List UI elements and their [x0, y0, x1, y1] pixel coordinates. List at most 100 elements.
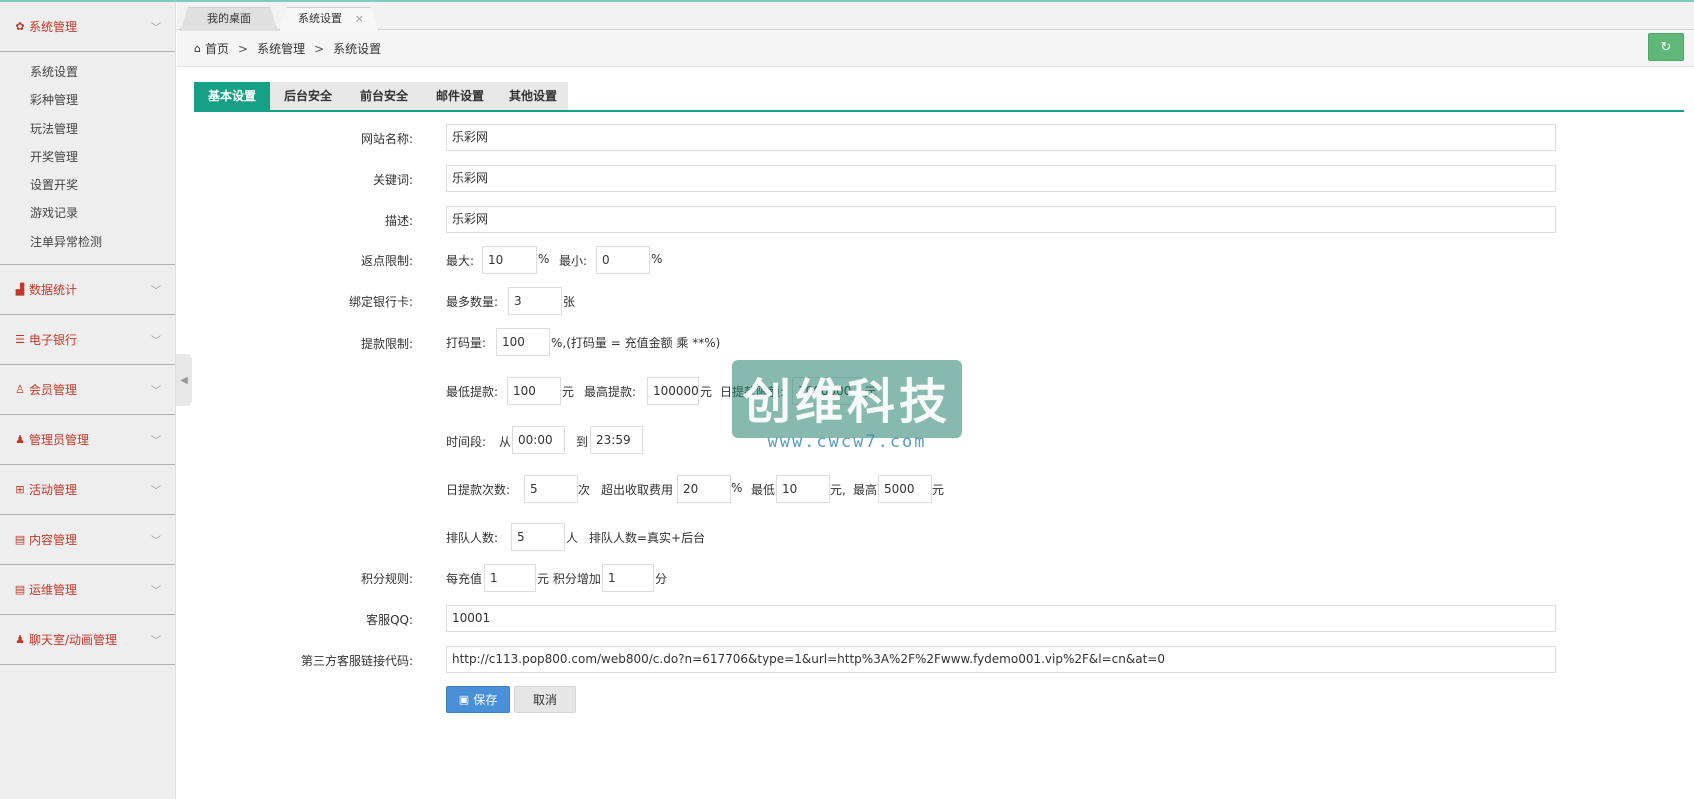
tab-label: 我的桌面: [207, 12, 251, 25]
watermark-title: 创维科技: [742, 374, 951, 430]
menu-group-ebank: ☰ 电子银行 ﹀: [0, 315, 175, 366]
menu-head-content[interactable]: ▤ 内容管理 ﹀: [0, 515, 175, 566]
withdraw-min-input[interactable]: 100: [507, 377, 561, 405]
points-per-input[interactable]: 1: [484, 564, 536, 592]
menu-label: 运维管理: [29, 583, 78, 598]
sidebar-item-lottery-types[interactable]: 彩种管理: [0, 86, 175, 114]
sidebar-item-system-settings[interactable]: 系统设置: [0, 58, 175, 86]
bank-card-count-input[interactable]: 3: [508, 287, 562, 315]
document-icon: ▤: [14, 533, 26, 547]
qq-input[interactable]: 10001: [446, 605, 1556, 632]
rebate-max-input[interactable]: 10: [482, 246, 537, 274]
withdraw-max-input[interactable]: 100000: [647, 377, 699, 405]
withdraw-lowest-label: 最低: [751, 483, 776, 497]
watermark-logo: 创维科技 www.cwcw7.com: [732, 360, 962, 452]
menu-label: 管理员管理: [29, 433, 90, 448]
points-label: 积分规则:: [360, 572, 413, 586]
menu-head-admins[interactable]: ♟ 管理员管理 ﹀: [0, 415, 175, 466]
withdraw-lowest-unit: 元,: [830, 483, 846, 497]
sidebar-item-draw-management[interactable]: 开奖管理: [0, 143, 175, 171]
menu-group-ops: ▤ 运维管理 ﹀: [0, 565, 175, 616]
save-button[interactable]: ▣ 保存: [446, 686, 510, 713]
chevron-left-icon: ◀: [180, 374, 188, 386]
withdraw-max-label: 最高提款:: [584, 385, 637, 399]
menu-head-members[interactable]: ♙ 会员管理 ﹀: [0, 365, 175, 416]
rebate-max-label: 最大:: [446, 254, 475, 268]
site-name-label: 网站名称:: [360, 132, 413, 146]
tab-system-settings[interactable]: 系统设置 ×: [279, 7, 379, 31]
site-name-input[interactable]: 乐彩网: [446, 124, 1556, 151]
close-icon[interactable]: ×: [355, 8, 364, 30]
menu-label: 聊天室/动画管理: [29, 633, 118, 648]
tab-bar: 我的桌面 系统设置 ×: [177, 2, 1694, 30]
menu-label: 数据统计: [29, 283, 78, 298]
withdraw-highest-input[interactable]: 5000: [878, 475, 932, 503]
menu-group-activities: ⊞ 活动管理 ﹀: [0, 465, 175, 516]
description-input[interactable]: 乐彩网: [446, 206, 1556, 233]
tab-front-security[interactable]: 前台安全: [346, 82, 422, 110]
tab-my-desktop[interactable]: 我的桌面: [180, 7, 278, 31]
menu-head-ops[interactable]: ▤ 运维管理 ﹀: [0, 565, 175, 616]
withdraw-bet-label: 打码量:: [446, 336, 487, 350]
withdraw-start-time-input[interactable]: 00:00: [512, 426, 565, 454]
sidebar-item-game-records[interactable]: 游戏记录: [0, 199, 175, 227]
breadcrumb: ⌂ 首页 > 系统管理 > 系统设置 ↻: [177, 31, 1694, 67]
cancel-label: 取消: [532, 693, 557, 707]
description-label: 描述:: [384, 214, 413, 228]
breadcrumb-level2: 系统设置: [333, 42, 382, 56]
tab-other-settings[interactable]: 其他设置: [498, 82, 568, 110]
menu-group-system: ✿ 系统管理 ﹀ 系统设置 彩种管理 玩法管理 开奖管理 设置开奖 游戏记录 注…: [0, 2, 175, 266]
withdraw-highest-unit: 元: [932, 483, 945, 497]
menu-group-admins: ♟ 管理员管理 ﹀: [0, 415, 175, 466]
rebate-min-input[interactable]: 0: [596, 246, 650, 274]
watermark-url: www.cwcw7.com: [767, 432, 927, 452]
sidebar-item-bet-anomaly[interactable]: 注单异常检测: [0, 228, 175, 256]
withdraw-lowest-input[interactable]: 10: [776, 475, 830, 503]
third-party-input[interactable]: http://c113.pop800.com/web800/c.do?n=617…: [446, 646, 1556, 673]
withdraw-times-input[interactable]: 5: [524, 475, 578, 503]
breadcrumb-level1[interactable]: 系统管理: [257, 40, 305, 57]
sidebar-collapse-handle[interactable]: ◀: [176, 354, 192, 406]
menu-group-members: ♙ 会员管理 ﹀: [0, 365, 175, 416]
cancel-button[interactable]: 取消: [514, 686, 576, 713]
keywords-input[interactable]: 乐彩网: [446, 165, 1556, 192]
menu-head-ebank[interactable]: ☰ 电子银行 ﹀: [0, 315, 175, 366]
rebate-max-unit: %: [538, 252, 550, 266]
save-label: 保存: [473, 693, 498, 707]
withdraw-queue-input[interactable]: 5: [511, 523, 565, 551]
third-party-label: 第三方客服链接代码:: [300, 654, 413, 668]
chevron-down-icon: ﹀: [151, 386, 161, 398]
home-icon: ⌂: [194, 42, 201, 55]
sidebar-item-play-methods[interactable]: 玩法管理: [0, 115, 175, 143]
menu-group-chat: ♟ 聊天室/动画管理 ﹀: [0, 615, 175, 666]
menu-head-activities[interactable]: ⊞ 活动管理 ﹀: [0, 465, 175, 516]
withdraw-queue-label: 排队人数:: [446, 531, 499, 545]
rebate-min-label: 最小:: [559, 254, 588, 268]
chevron-down-icon: ﹀: [151, 486, 161, 498]
withdraw-period-label: 时间段:: [446, 435, 487, 449]
points-unit: 分: [655, 572, 668, 586]
tab-mail-settings[interactable]: 邮件设置: [422, 82, 498, 110]
points-add-input[interactable]: 1: [602, 564, 654, 592]
refresh-button[interactable]: ↻: [1648, 33, 1684, 61]
tab-basic[interactable]: 基本设置: [194, 82, 270, 110]
withdraw-times-label: 日提款次数:: [446, 483, 511, 497]
chevron-down-icon: ﹀: [151, 336, 161, 348]
withdraw-fee-input[interactable]: 20: [677, 475, 731, 503]
sidebar-item-set-draw[interactable]: 设置开奖: [0, 171, 175, 199]
tab-admin-security[interactable]: 后台安全: [270, 82, 346, 110]
settings-tabs: 基本设置 后台安全 前台安全 邮件设置 其他设置: [194, 82, 1684, 112]
breadcrumb-home[interactable]: 首页: [205, 40, 229, 57]
bank-card-label: 绑定银行卡:: [348, 295, 413, 309]
chevron-down-icon: ﹀: [151, 536, 161, 548]
qq-label: 客服QQ:: [366, 613, 413, 627]
menu-head-system[interactable]: ✿ 系统管理 ﹀: [0, 2, 175, 52]
withdraw-bet-input[interactable]: 100: [496, 328, 550, 356]
tab-label: 系统设置: [298, 12, 342, 25]
breadcrumb-sep: >: [238, 41, 249, 56]
menu-label: 会员管理: [29, 383, 78, 398]
withdraw-end-time-input[interactable]: 23:59: [590, 426, 643, 454]
withdraw-fee-unit: %: [731, 481, 743, 495]
menu-head-chat[interactable]: ♟ 聊天室/动画管理 ﹀: [0, 615, 175, 666]
menu-head-stats[interactable]: ▟ 数据统计 ﹀: [0, 265, 175, 316]
